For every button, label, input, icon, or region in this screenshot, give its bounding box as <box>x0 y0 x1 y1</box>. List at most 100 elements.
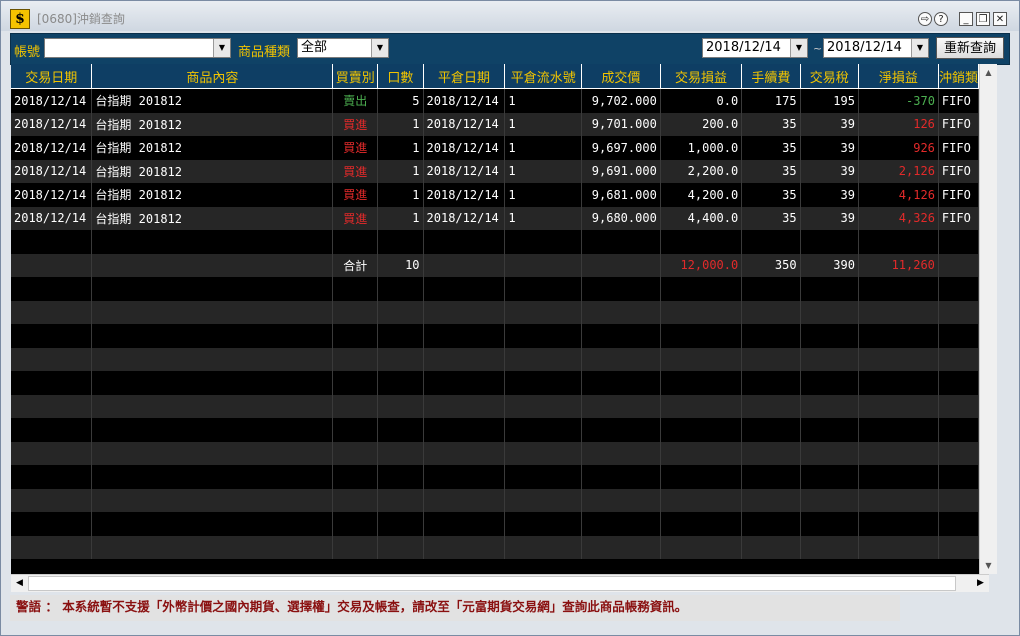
col-header[interactable]: 交易損益 <box>660 64 743 89</box>
table-cell: 1 <box>377 159 424 183</box>
vertical-scrollbar[interactable]: ▲ ▼ <box>979 64 997 574</box>
total-net: 11,260 <box>858 253 939 277</box>
chevron-down-icon[interactable]: ▼ <box>371 39 388 57</box>
empty-row[interactable] <box>11 394 979 418</box>
close-button[interactable]: ✕ <box>993 12 1007 26</box>
account-select[interactable]: ▼ <box>44 38 231 58</box>
col-header[interactable]: 成交價 <box>581 64 661 89</box>
horizontal-scrollbar[interactable]: ◀ ▶ <box>11 574 989 592</box>
table-cell <box>741 300 801 324</box>
table-cell <box>377 371 424 395</box>
col-header[interactable]: 口數 <box>377 64 424 89</box>
table-cell <box>660 394 743 418</box>
table-cell <box>423 347 506 371</box>
pin-icon[interactable]: ⇨ <box>918 12 932 26</box>
account-label: 帳號 <box>14 45 41 60</box>
table-row[interactable]: 2018/12/14 台指期 201812 買進 1 2018/12/14 1 9,681.… <box>11 183 979 207</box>
scroll-up-icon[interactable]: ▲ <box>980 64 997 81</box>
table-cell: 9,697.000 <box>581 136 661 160</box>
table-cell <box>581 300 661 324</box>
table-cell <box>377 465 424 489</box>
empty-row[interactable] <box>11 418 979 442</box>
table-cell <box>504 441 583 465</box>
table-cell <box>741 324 801 348</box>
chevron-down-icon[interactable]: ▼ <box>213 39 230 57</box>
table-row[interactable]: 2018/12/14 台指期 201812 買進 1 2018/12/14 1 9,691.… <box>11 159 979 183</box>
table-cell <box>581 488 661 512</box>
scroll-right-icon[interactable]: ▶ <box>972 575 989 592</box>
requery-button[interactable]: 重新查詢 <box>936 37 1004 59</box>
empty-row[interactable] <box>11 347 979 371</box>
table-cell <box>91 253 334 277</box>
empty-row[interactable] <box>11 441 979 465</box>
table-cell <box>504 512 583 536</box>
table-cell <box>423 324 506 348</box>
table-cell: 39 <box>800 206 859 230</box>
col-header[interactable]: 淨損益 <box>858 64 939 89</box>
chevron-down-icon[interactable]: ▼ <box>790 39 807 57</box>
table-row[interactable] <box>11 230 979 254</box>
table-cell <box>423 371 506 395</box>
empty-row[interactable] <box>11 488 979 512</box>
table-row[interactable]: 2018/12/14 台指期 201812 買進 1 2018/12/14 1 9,680.… <box>11 206 979 230</box>
scroll-down-icon[interactable]: ▼ <box>980 557 997 574</box>
table-row[interactable]: 2018/12/14 台指期 201812 買進 1 2018/12/14 1 9,701.… <box>11 112 979 136</box>
table-cell: 200.0 <box>660 112 743 136</box>
col-header[interactable]: 手續費 <box>741 64 801 89</box>
col-header[interactable]: 買賣別 <box>332 64 379 89</box>
date-to-value: 2018/12/14 <box>827 40 902 55</box>
table-cell <box>800 465 859 489</box>
col-header[interactable]: 交易日期 <box>11 64 93 89</box>
empty-row[interactable] <box>11 371 979 395</box>
product-type-value: 全部 <box>301 40 328 55</box>
chevron-down-icon[interactable]: ▼ <box>911 39 928 57</box>
table-cell: 39 <box>800 183 859 207</box>
table-row[interactable]: 2018/12/14 台指期 201812 買進 1 2018/12/14 1 9,697.… <box>11 136 979 160</box>
table-cell <box>91 324 334 348</box>
table-row[interactable]: 2018/12/14 台指期 201812 賣出 5 2018/12/14 1 9,702.… <box>11 88 979 113</box>
table-cell: 台指期 201812 <box>91 136 334 160</box>
empty-row[interactable] <box>11 300 979 324</box>
empty-row[interactable] <box>11 277 979 301</box>
table-cell <box>423 418 506 442</box>
date-to-field[interactable]: 2018/12/14 ▼ <box>823 38 929 58</box>
empty-row[interactable] <box>11 535 979 559</box>
table-cell: 9,701.000 <box>581 112 661 136</box>
scroll-thumb[interactable] <box>28 576 956 591</box>
empty-row[interactable] <box>11 324 979 348</box>
table-cell: 2,200.0 <box>660 159 743 183</box>
col-header[interactable]: 交易稅 <box>800 64 859 89</box>
date-from-field[interactable]: 2018/12/14 ▼ <box>702 38 808 58</box>
table-cell <box>423 300 506 324</box>
col-header[interactable]: 平倉日期 <box>423 64 506 89</box>
product-type-select[interactable]: 全部 ▼ <box>297 38 389 58</box>
scroll-left-icon[interactable]: ◀ <box>11 575 28 592</box>
table-cell <box>660 512 743 536</box>
empty-row[interactable] <box>11 465 979 489</box>
table-cell <box>332 418 379 442</box>
table-cell: 1 <box>504 136 583 160</box>
table-cell <box>581 512 661 536</box>
help-icon[interactable]: ? <box>934 12 948 26</box>
table-cell <box>423 465 506 489</box>
table-cell <box>504 324 583 348</box>
table-cell <box>377 535 424 559</box>
table-cell <box>741 418 801 442</box>
table-cell <box>377 441 424 465</box>
empty-row[interactable] <box>11 512 979 536</box>
table-cell <box>504 253 583 277</box>
table-cell <box>660 324 743 348</box>
table-cell <box>660 277 743 301</box>
col-header[interactable]: 商品內容 <box>91 64 334 89</box>
minimize-button[interactable]: _ <box>959 12 973 26</box>
col-header[interactable]: 沖銷類 <box>938 64 979 89</box>
table-cell <box>581 324 661 348</box>
table-cell: 1 <box>504 159 583 183</box>
table-cell <box>858 324 939 348</box>
col-header[interactable]: 平倉流水號 <box>504 64 583 89</box>
table-cell <box>91 371 334 395</box>
table-cell: 926 <box>858 136 939 160</box>
table-cell <box>938 418 979 442</box>
maximize-button[interactable]: ❐ <box>976 12 990 26</box>
totals-row[interactable]: 合計 10 12,000.0 350 390 11,260 <box>11 253 979 277</box>
